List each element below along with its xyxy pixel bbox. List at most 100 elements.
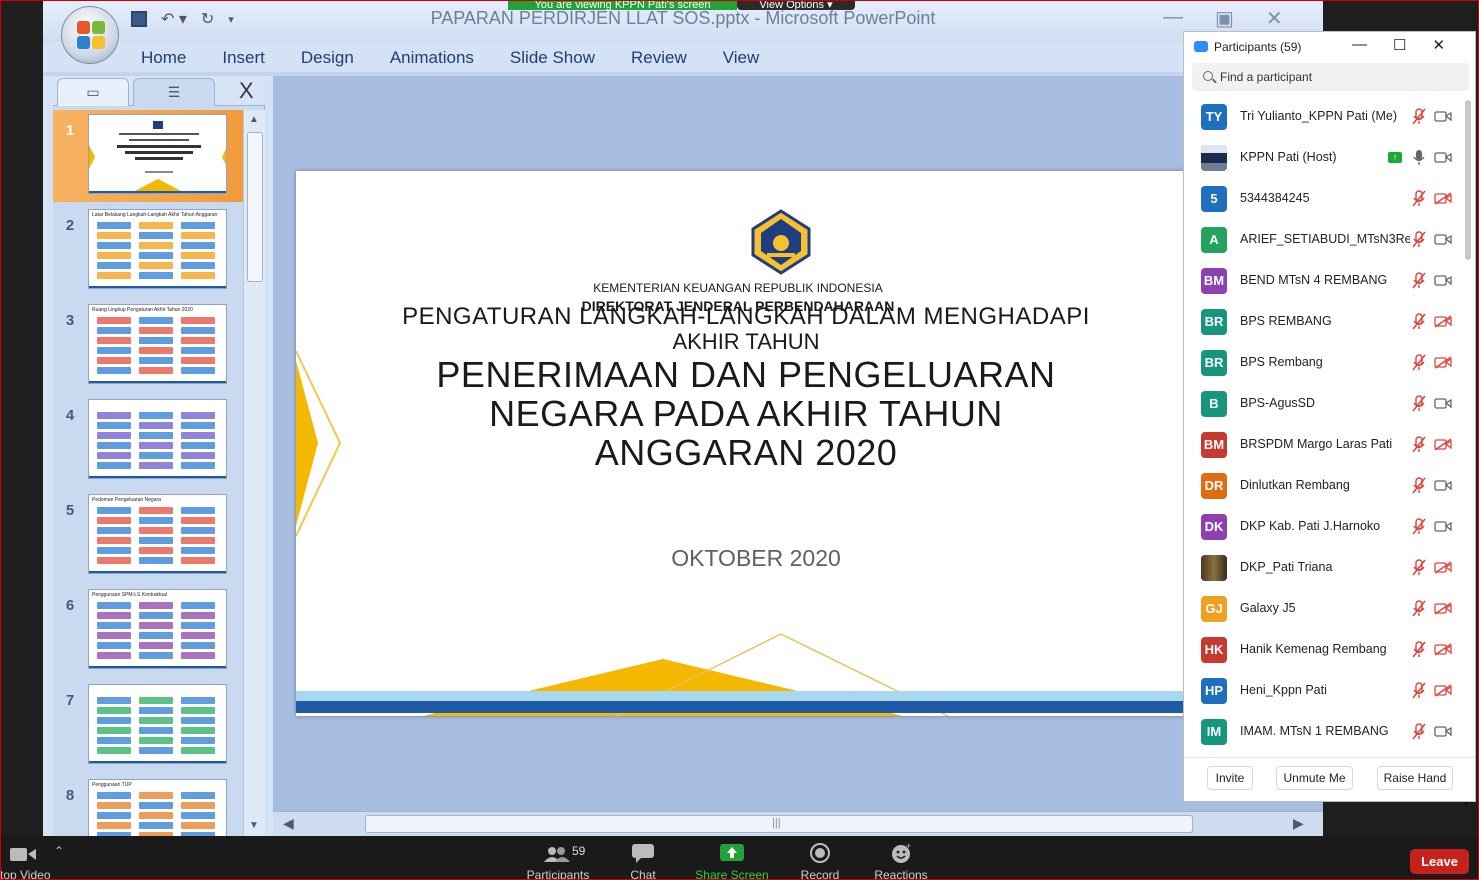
thumbnail-art: [97, 792, 215, 836]
restore-button[interactable]: ▣: [1215, 6, 1234, 31]
horizontal-scrollbar[interactable]: ◀ ||| ▶: [273, 811, 1323, 836]
slide-thumbnail[interactable]: 2 Latar Belakang Langkah-Langkah Akhir Ta…: [53, 205, 243, 297]
mic-muted-icon[interactable]: [1412, 436, 1426, 453]
participant-row[interactable]: 5 5344384245: [1184, 178, 1466, 219]
mic-muted-icon[interactable]: [1412, 682, 1426, 699]
view-options-button[interactable]: View Options ▾: [737, 0, 855, 10]
chat-button[interactable]: Chat: [620, 836, 666, 880]
leave-button[interactable]: Leave: [1410, 849, 1469, 874]
mic-muted-icon[interactable]: [1412, 354, 1426, 371]
participant-row[interactable]: DR Dinlutkan Rembang: [1184, 465, 1466, 506]
participant-row[interactable]: DKP_Pati Triana: [1184, 547, 1466, 588]
video-off-icon[interactable]: [1434, 438, 1452, 451]
mic-muted-icon[interactable]: [1412, 723, 1426, 740]
close-button[interactable]: ✕: [1266, 6, 1283, 31]
slide-thumbnail[interactable]: 6 Penggunaan SPM-LS Kontraktual: [53, 585, 243, 677]
pane-scrollbar[interactable]: ▲ ▼: [243, 110, 265, 836]
record-button[interactable]: Record: [796, 836, 844, 880]
video-off-icon[interactable]: [1434, 684, 1452, 697]
reactions-button[interactable]: + Reactions: [872, 836, 930, 880]
video-icon[interactable]: [1434, 520, 1452, 533]
mic-muted-icon[interactable]: [1412, 313, 1426, 330]
video-off-icon[interactable]: [1434, 315, 1452, 328]
minimize-button[interactable]: —: [1163, 6, 1183, 31]
pane-close-icon[interactable]: X: [239, 78, 254, 104]
participant-row[interactable]: BR BPS REMBANG: [1184, 301, 1466, 342]
video-icon[interactable]: [1434, 110, 1452, 123]
video-icon[interactable]: [1434, 725, 1452, 738]
mic-muted-icon[interactable]: [1412, 272, 1426, 289]
participant-row[interactable]: BM BEND MTsN 4 REMBANG: [1184, 260, 1466, 301]
video-off-icon[interactable]: [1434, 356, 1452, 369]
slides-tab[interactable]: ▭: [57, 78, 129, 106]
tab-home[interactable]: Home: [141, 48, 186, 68]
unmute-me-button[interactable]: Unmute Me: [1276, 766, 1353, 790]
panel-close-button[interactable]: ✕: [1432, 36, 1445, 54]
tab-slide-show[interactable]: Slide Show: [510, 48, 595, 68]
participant-row[interactable]: HP Heni_Kppn Pati: [1184, 670, 1466, 711]
tab-view[interactable]: View: [723, 48, 760, 68]
scroll-down-icon[interactable]: ▼: [249, 820, 259, 831]
participant-row[interactable]: B BPS-AgusSD: [1184, 383, 1466, 424]
mic-muted-icon[interactable]: [1412, 190, 1426, 207]
slide-thumbnail[interactable]: 7: [53, 680, 243, 772]
slide-thumbnail[interactable]: 1: [53, 110, 243, 202]
participant-row[interactable]: BM BRSPDM Margo Laras Pati: [1184, 424, 1466, 465]
participant-row[interactable]: KPPN Pati (Host) ↑: [1184, 137, 1466, 178]
panel-minimize-button[interactable]: —: [1352, 36, 1367, 54]
participant-row[interactable]: A ARIEF_SETIABUDI_MTsN3Re...: [1184, 219, 1466, 260]
participant-name: 5344384245: [1240, 191, 1310, 205]
video-icon[interactable]: [1434, 274, 1452, 287]
mic-muted-icon[interactable]: [1412, 559, 1426, 576]
participant-row[interactable]: BR BPS Rembang: [1184, 342, 1466, 383]
mic-icon[interactable]: [1412, 149, 1426, 166]
slide-thumbnail[interactable]: 5 Pedoman Pengeluaran Negara: [53, 490, 243, 582]
slide-thumbnail[interactable]: 8 Penggunaan TUP: [53, 775, 243, 836]
video-icon[interactable]: [1434, 397, 1452, 410]
scroll-left-icon[interactable]: ◀: [283, 815, 294, 832]
panel-maximize-button[interactable]: ☐: [1393, 36, 1406, 54]
mic-muted-icon[interactable]: [1412, 395, 1426, 412]
video-icon[interactable]: [1434, 151, 1452, 164]
tab-insert[interactable]: Insert: [222, 48, 265, 68]
tab-review[interactable]: Review: [631, 48, 687, 68]
horizontal-scroll-thumb[interactable]: |||: [365, 815, 1193, 833]
tab-design[interactable]: Design: [301, 48, 354, 68]
video-off-icon[interactable]: [1434, 602, 1452, 615]
pane-scroll-thumb[interactable]: [247, 132, 263, 282]
video-off-icon[interactable]: [1434, 561, 1452, 574]
participant-row[interactable]: DK DKP Kab. Pati J.Harnoko: [1184, 506, 1466, 547]
tab-animations[interactable]: Animations: [390, 48, 474, 68]
mic-muted-icon[interactable]: [1412, 600, 1426, 617]
video-off-icon[interactable]: [1434, 192, 1452, 205]
mic-muted-icon[interactable]: [1412, 641, 1426, 658]
scroll-right-icon[interactable]: ▶: [1293, 815, 1304, 832]
participant-list-scrollbar[interactable]: [1464, 96, 1472, 746]
mic-muted-icon[interactable]: [1412, 231, 1426, 248]
raise-hand-button[interactable]: Raise Hand: [1377, 766, 1453, 790]
video-off-icon[interactable]: [1434, 643, 1452, 656]
stop-video-button[interactable]: top Video: [0, 836, 51, 880]
video-icon[interactable]: [1434, 233, 1452, 246]
mic-muted-icon[interactable]: [1412, 518, 1426, 535]
current-slide[interactable]: KEMENTERIAN KEUANGAN REPUBLIK INDONESIA …: [296, 171, 1196, 716]
participant-search[interactable]: Find a participant: [1192, 63, 1469, 91]
slide-thumbnail[interactable]: 4: [53, 395, 243, 487]
slide-thumbnail[interactable]: 3 Ruang Lingkup Pengaturan Akhir Tahun 20…: [53, 300, 243, 392]
scroll-up-icon[interactable]: ▲: [249, 114, 259, 125]
video-options-chevron-icon[interactable]: ⌃: [54, 844, 64, 858]
participant-row[interactable]: IM IMAM. MTsN 1 REMBANG: [1184, 711, 1466, 752]
office-button[interactable]: [61, 6, 119, 64]
share-screen-button[interactable]: Share Screen: [692, 836, 772, 880]
mic-muted-icon[interactable]: [1412, 108, 1426, 125]
invite-button[interactable]: Invite: [1207, 766, 1253, 790]
participant-row[interactable]: HK Hanik Kemenag Rembang: [1184, 629, 1466, 670]
participant-scroll-thumb[interactable]: [1465, 100, 1471, 260]
outline-tab[interactable]: ☰: [133, 78, 215, 106]
participant-row[interactable]: TY Tri Yulianto_KPPN Pati (Me): [1184, 96, 1466, 137]
video-icon[interactable]: [1434, 479, 1452, 492]
mic-muted-icon[interactable]: [1412, 477, 1426, 494]
participant-name: BEND MTsN 4 REMBANG: [1240, 273, 1388, 287]
participants-button[interactable]: 59 Participants: [520, 836, 596, 880]
participant-row[interactable]: GJ Galaxy J5: [1184, 588, 1466, 629]
